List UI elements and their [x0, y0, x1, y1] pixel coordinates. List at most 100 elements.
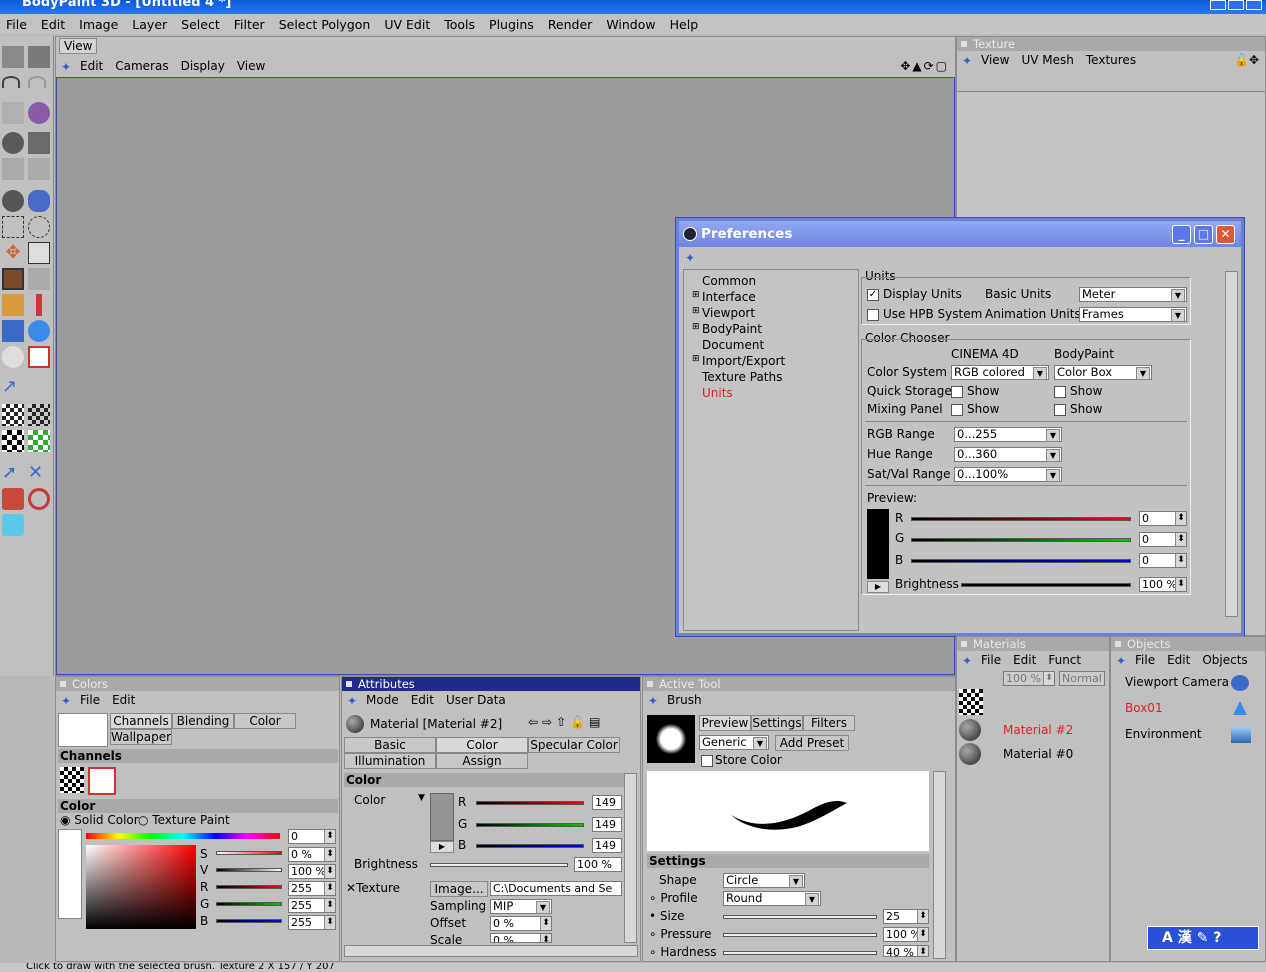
pref-maximize-button[interactable]: □ [1194, 225, 1213, 244]
s-slider[interactable] [216, 851, 282, 855]
attr-r-input[interactable]: 149 [592, 795, 622, 810]
tree-viewport[interactable]: Viewport [702, 306, 755, 320]
expand-icon[interactable]: ⊞ [692, 322, 700, 332]
attr-scrollbar-h[interactable] [344, 945, 638, 957]
pref-brightness-slider[interactable] [961, 583, 1131, 587]
pin-icon[interactable]: ✦ [61, 694, 74, 708]
attr-r-slider[interactable] [476, 801, 584, 805]
material-0-icon[interactable] [959, 743, 981, 765]
move-cross-icon[interactable]: ✥ [2, 242, 24, 264]
checker-a-icon[interactable] [2, 404, 24, 426]
pref-scrollbar[interactable] [1225, 271, 1238, 617]
hue-bar[interactable] [86, 833, 280, 839]
attr-menu-mode[interactable]: Mode [366, 693, 399, 707]
tab-preview[interactable]: Preview [699, 715, 751, 731]
v-input[interactable]: 100 % [288, 864, 336, 879]
menu-select[interactable]: Select [181, 17, 220, 32]
uv-tool-icon[interactable] [2, 488, 24, 510]
pref-b-slider[interactable] [911, 559, 1131, 563]
blend-mode-input[interactable]: Normal [1059, 671, 1105, 686]
viewport-nav-icons[interactable]: ✥▲⟳▢ [900, 59, 949, 73]
layout-alt-icon[interactable] [28, 46, 50, 68]
colors-menu-edit[interactable]: Edit [112, 693, 135, 707]
display-units-checkbox[interactable]: ✓ [867, 289, 879, 301]
tab-color[interactable]: Color [234, 713, 296, 729]
viewport-menu-cameras[interactable]: Cameras [115, 59, 168, 73]
pin-icon[interactable]: ✦ [347, 694, 360, 708]
expand-icon[interactable]: ⊞ [692, 290, 700, 300]
checker-c-icon[interactable] [2, 430, 24, 452]
pressure-slider[interactable] [723, 933, 877, 937]
menu-help[interactable]: Help [670, 17, 699, 32]
r-input[interactable]: 255 [288, 881, 336, 896]
attr-b-input[interactable]: 149 [592, 838, 622, 853]
texture-path-input[interactable]: C:\Documents and Se [490, 881, 622, 896]
g-slider[interactable] [216, 902, 282, 906]
pointer-icon[interactable]: ➚ [2, 462, 24, 484]
tree-document[interactable]: Document [702, 338, 764, 352]
solid-color-radio[interactable]: ◉ Solid Color [60, 813, 139, 827]
eyedropper-icon[interactable] [36, 294, 42, 316]
menu-edit[interactable]: Edit [41, 17, 65, 32]
tab-assign[interactable]: Assign [436, 753, 528, 769]
pin-icon[interactable]: ✦ [648, 694, 661, 708]
obj-menu-file[interactable]: File [1135, 653, 1155, 667]
tree-texture-paths[interactable]: Texture Paths [702, 370, 782, 384]
menu-image[interactable]: Image [79, 17, 118, 32]
pin-icon[interactable]: ✦ [61, 60, 74, 74]
profile-select[interactable]: Round [723, 891, 821, 906]
material-0[interactable]: Material #0 [1003, 747, 1073, 761]
satval-range-select[interactable]: 0...100% [954, 467, 1062, 482]
preview-expand-button[interactable]: ▶ [867, 581, 889, 593]
scale-icon[interactable]: ✕ [28, 462, 50, 484]
cube-icon[interactable] [2, 514, 24, 536]
attr-expand-button[interactable]: ▶ [430, 841, 454, 853]
tree-common[interactable]: Common [702, 274, 756, 288]
b-input[interactable]: 255 [288, 915, 336, 930]
add-preset-button[interactable]: Add Preset [775, 735, 849, 751]
basic-units-select[interactable]: Meter [1079, 287, 1187, 302]
viewport-menu-display[interactable]: Display [181, 59, 225, 73]
pencil-icon[interactable] [2, 294, 24, 316]
size-input[interactable]: 25 [883, 909, 929, 924]
shape-select[interactable]: Circle [723, 873, 805, 888]
menu-file[interactable]: File [6, 17, 27, 32]
pref-minimize-button[interactable]: _ [1172, 225, 1191, 244]
menu-filter[interactable]: Filter [234, 17, 265, 32]
texture-menu-uv-mesh[interactable]: UV Mesh [1021, 53, 1073, 67]
mat-menu-edit[interactable]: Edit [1013, 653, 1036, 667]
layout-icon[interactable] [2, 46, 24, 68]
tree-import-export[interactable]: Import/Export [702, 354, 785, 368]
tab-basic[interactable]: Basic [344, 737, 436, 753]
attr-color-swatch[interactable] [430, 793, 454, 841]
expand-icon[interactable]: ⊞ [692, 354, 700, 364]
redo-icon[interactable] [28, 76, 46, 88]
tab-illumination[interactable]: Illumination [344, 753, 436, 769]
eraser-icon[interactable] [28, 320, 50, 342]
undo-icon[interactable] [2, 76, 20, 88]
scale-input[interactable]: 0 % [490, 933, 552, 943]
paint-wizard-icon[interactable] [28, 102, 50, 124]
v-slider[interactable] [216, 868, 282, 872]
brush-preview-icon[interactable] [647, 715, 695, 763]
size-slider[interactable] [723, 915, 877, 919]
pref-close-button[interactable]: ✕ [1216, 225, 1235, 244]
attr-nav-icons[interactable]: ⇦⇨⇧🔓▤ [528, 715, 604, 729]
paint-setup-icon[interactable] [2, 132, 24, 154]
color-system-c4d-select[interactable]: RGB colored [951, 365, 1049, 380]
r-slider[interactable] [216, 885, 282, 889]
viewport-menu-view[interactable]: View [237, 59, 265, 73]
pref-brightness-input[interactable]: 100 % [1139, 577, 1187, 592]
mixing-panel-c4d-checkbox[interactable] [951, 404, 963, 416]
s-input[interactable]: 0 % [288, 847, 336, 862]
material-2[interactable]: Material #2 [1003, 723, 1073, 737]
object-tool-icon[interactable] [2, 158, 24, 180]
preset-select[interactable]: Generic [699, 735, 769, 750]
lasso-select-icon[interactable] [28, 216, 50, 238]
mat-menu-funct[interactable]: Funct [1048, 653, 1081, 667]
fill-bucket-icon[interactable] [28, 190, 50, 212]
attr-menu-user-data[interactable]: User Data [446, 693, 506, 707]
environment-icon[interactable] [1231, 727, 1251, 743]
object-environment[interactable]: Environment [1125, 727, 1202, 741]
hue-input[interactable]: 0 [288, 829, 336, 844]
